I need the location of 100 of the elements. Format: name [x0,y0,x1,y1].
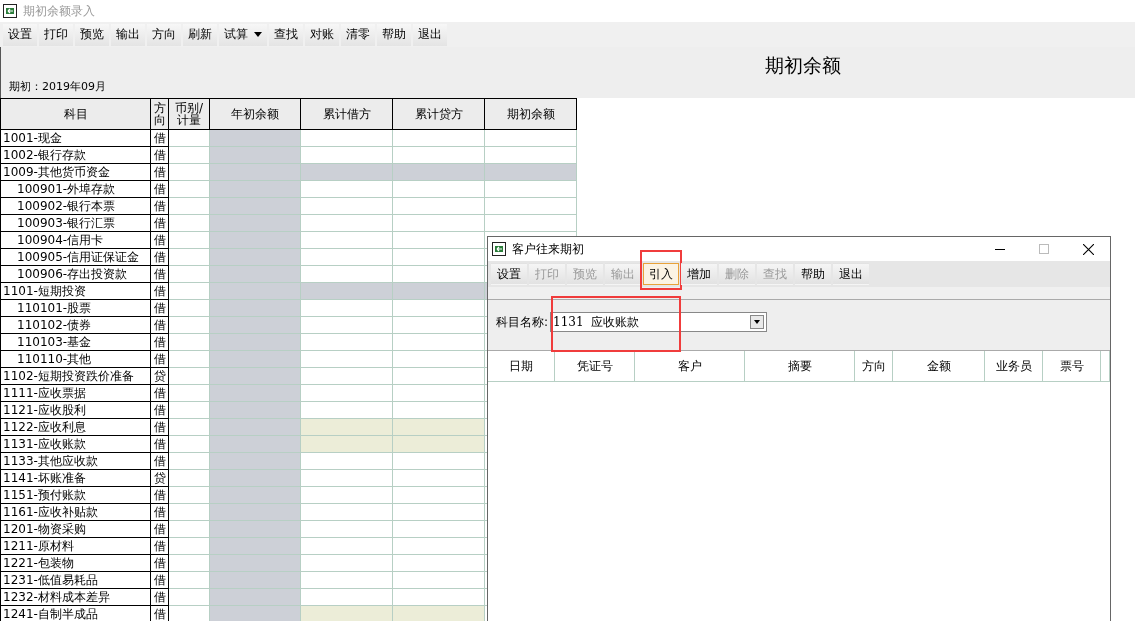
toolbar-button[interactable]: 退出 [413,23,447,46]
account-name: 1141-坏账准备 [3,470,86,485]
column-header: 摘要 [787,357,812,375]
column-header: 日期 [509,357,533,375]
account-name: 1102-短期投资跌价准备 [3,368,134,383]
account-name: 110102-债券 [17,317,92,332]
report-title: 期初余额 [764,53,842,78]
minimize-icon[interactable] [995,248,1005,250]
period-label: 期初：2019年09月 [8,79,107,95]
toolbar-button[interactable]: 查找 [269,23,303,46]
account-name: 1009-其他货币资金 [3,164,110,179]
account-name: 1002-银行存款 [3,147,86,162]
toolbar-button[interactable]: 引入 [643,263,679,285]
dialog-title: 客户往来期初 [512,240,584,258]
column-header: 方向 [153,101,166,127]
column-header: 科目 [63,106,88,121]
account-name: 1232-材料成本差异 [3,589,110,604]
direction-cell: 贷 [153,470,166,485]
column-header: 客户 [677,357,702,375]
toolbar-button[interactable]: 帮助 [795,263,831,285]
direction-cell: 借 [153,538,166,553]
direction-cell: 借 [153,164,166,179]
direction-cell: 借 [153,453,166,468]
caret-icon [254,32,262,37]
direction-cell: 借 [153,283,166,298]
toolbar-button[interactable]: 预览 [75,23,109,46]
account-name: 1111-应收票据 [3,385,86,400]
column-header: 票号 [1059,357,1084,375]
subject-dropdown[interactable]: 1131 应收账款 [550,312,768,332]
column-header: 币别/计量 [174,101,203,127]
toolbar-button[interactable]: 清零 [341,23,375,46]
toolbar-button[interactable]: 增加 [681,263,717,285]
toolbar-button[interactable]: 打印 [39,23,73,46]
account-name: 110110-其他 [17,351,92,366]
account-name: 1131-应收账款 [3,436,86,451]
direction-cell: 贷 [153,368,166,383]
direction-cell: 借 [153,181,166,196]
direction-cell: 借 [153,521,166,536]
column-header: 累计借方 [322,106,371,121]
direction-cell: 借 [153,436,166,451]
window-title: 期初余额录入 [23,2,95,20]
account-name: 1101-短期投资 [3,283,86,298]
account-name: 110101-股票 [17,300,92,315]
column-header: 方向 [861,357,886,375]
direction-cell: 借 [153,419,166,434]
column-header: 期初余额 [506,106,555,121]
column-header: 金额 [926,357,951,375]
account-name: 1001-现金 [3,130,62,145]
column-header: 年初余额 [231,106,279,121]
account-name: 100905-信用证保证金 [17,249,140,264]
account-name: 100904-信用卡 [17,232,104,247]
account-name: 1231-低值易耗品 [3,572,98,587]
column-header: 业务员 [995,357,1032,375]
account-name: 110103-基金 [17,334,92,349]
direction-cell: 借 [153,334,166,349]
direction-cell: 借 [153,487,166,502]
toolbar-button[interactable]: 设置 [491,263,527,285]
account-name: 100902-银行本票 [17,198,116,213]
direction-cell: 借 [153,232,166,247]
toolbar-button[interactable]: 刷新 [183,23,217,46]
account-name: 1122-应收利息 [3,419,86,434]
account-name: 100901-外埠存款 [17,181,116,196]
direction-cell: 借 [153,572,166,587]
account-name: 1241-自制半成品 [3,606,98,621]
app-icon [492,242,506,256]
toolbar-button[interactable]: 方向 [147,23,181,46]
toolbar-button[interactable]: 输出 [111,23,145,46]
direction-cell: 借 [153,606,166,621]
direction-cell: 借 [153,266,166,281]
column-header: 凭证号 [576,357,613,375]
account-name: 100906-存出投资款 [17,266,128,281]
field-label: 科目名称: [496,313,549,331]
direction-cell: 借 [153,130,166,145]
account-name: 1161-应收补贴款 [3,504,98,519]
account-name: 1121-应收股利 [3,402,86,417]
account-name: 1211-原材料 [3,538,74,553]
direction-cell: 借 [153,351,166,366]
app-icon [3,4,17,18]
toolbar-button[interactable]: 对账 [305,23,339,46]
direction-cell: 借 [153,589,166,604]
account-name: 1201-物资采购 [3,521,86,536]
direction-cell: 借 [153,504,166,519]
account-name: 1133-其他应收款 [3,453,98,468]
direction-cell: 借 [153,555,166,570]
close-icon[interactable] [1083,243,1094,255]
direction-cell: 借 [153,300,166,315]
toolbar-button[interactable]: 退出 [833,263,869,285]
direction-cell: 借 [153,249,166,264]
account-name: 1151-预付账款 [3,487,86,502]
account-name: 100903-银行汇票 [17,215,116,230]
account-name: 1221-包装物 [3,555,74,570]
direction-cell: 借 [153,317,166,332]
toolbar-button[interactable]: 设置 [3,23,37,46]
column-header: 累计贷方 [414,106,463,121]
direction-cell: 借 [153,402,166,417]
direction-cell: 借 [153,215,166,230]
toolbar-button[interactable]: 帮助 [377,23,411,46]
direction-cell: 借 [153,198,166,213]
dropdown-button[interactable]: 试算 [219,23,267,46]
direction-cell: 借 [153,385,166,400]
